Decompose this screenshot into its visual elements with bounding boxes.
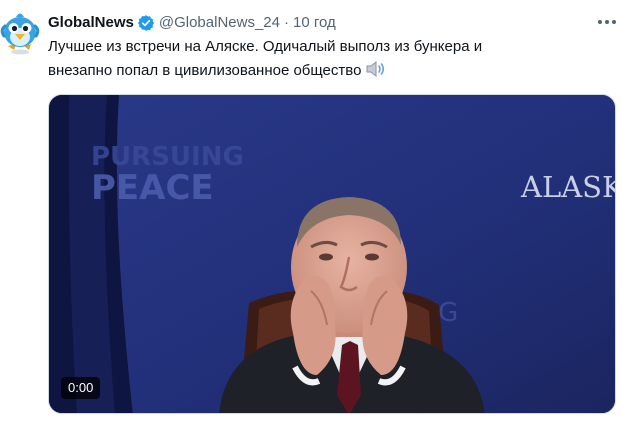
tweet-timestamp[interactable]: 10 год xyxy=(293,13,336,33)
tweet-header: GlobalNews @GlobalNews_24 · 10 год xyxy=(48,12,336,34)
bird-avatar-icon[interactable] xyxy=(0,8,40,56)
author-handle[interactable]: @GlobalNews_24 xyxy=(159,13,280,33)
separator-dot: · xyxy=(283,14,289,31)
tweet-text-line-1: Лучшее из встречи на Аляске. Одичалый вы… xyxy=(48,38,483,55)
tweet-text-line-2: внезапно попал в цивилизованное общество xyxy=(48,59,588,86)
more-dots-icon[interactable] xyxy=(596,13,618,31)
backdrop-text-peace: PEACE xyxy=(91,168,214,208)
video-player[interactable]: PURSUING PEACE ALASKA ING xyxy=(48,94,616,414)
tweet-text: Лучшее из встречи на Аляске. Одичалый вы… xyxy=(48,35,588,86)
tweet-card[interactable]: GlobalNews @GlobalNews_24 · 10 год Лучше… xyxy=(0,0,622,423)
backdrop-text-alaska: ALASKA xyxy=(520,170,616,204)
video-frame: PURSUING PEACE ALASKA ING xyxy=(49,95,616,413)
tweet-text-line-2-content: внезапно попал в цивилизованное общество xyxy=(48,62,362,79)
video-duration: 0:00 xyxy=(61,377,101,399)
speaker-icon xyxy=(365,60,387,86)
verified-badge-icon xyxy=(137,14,155,32)
author-name[interactable]: GlobalNews xyxy=(48,13,134,33)
